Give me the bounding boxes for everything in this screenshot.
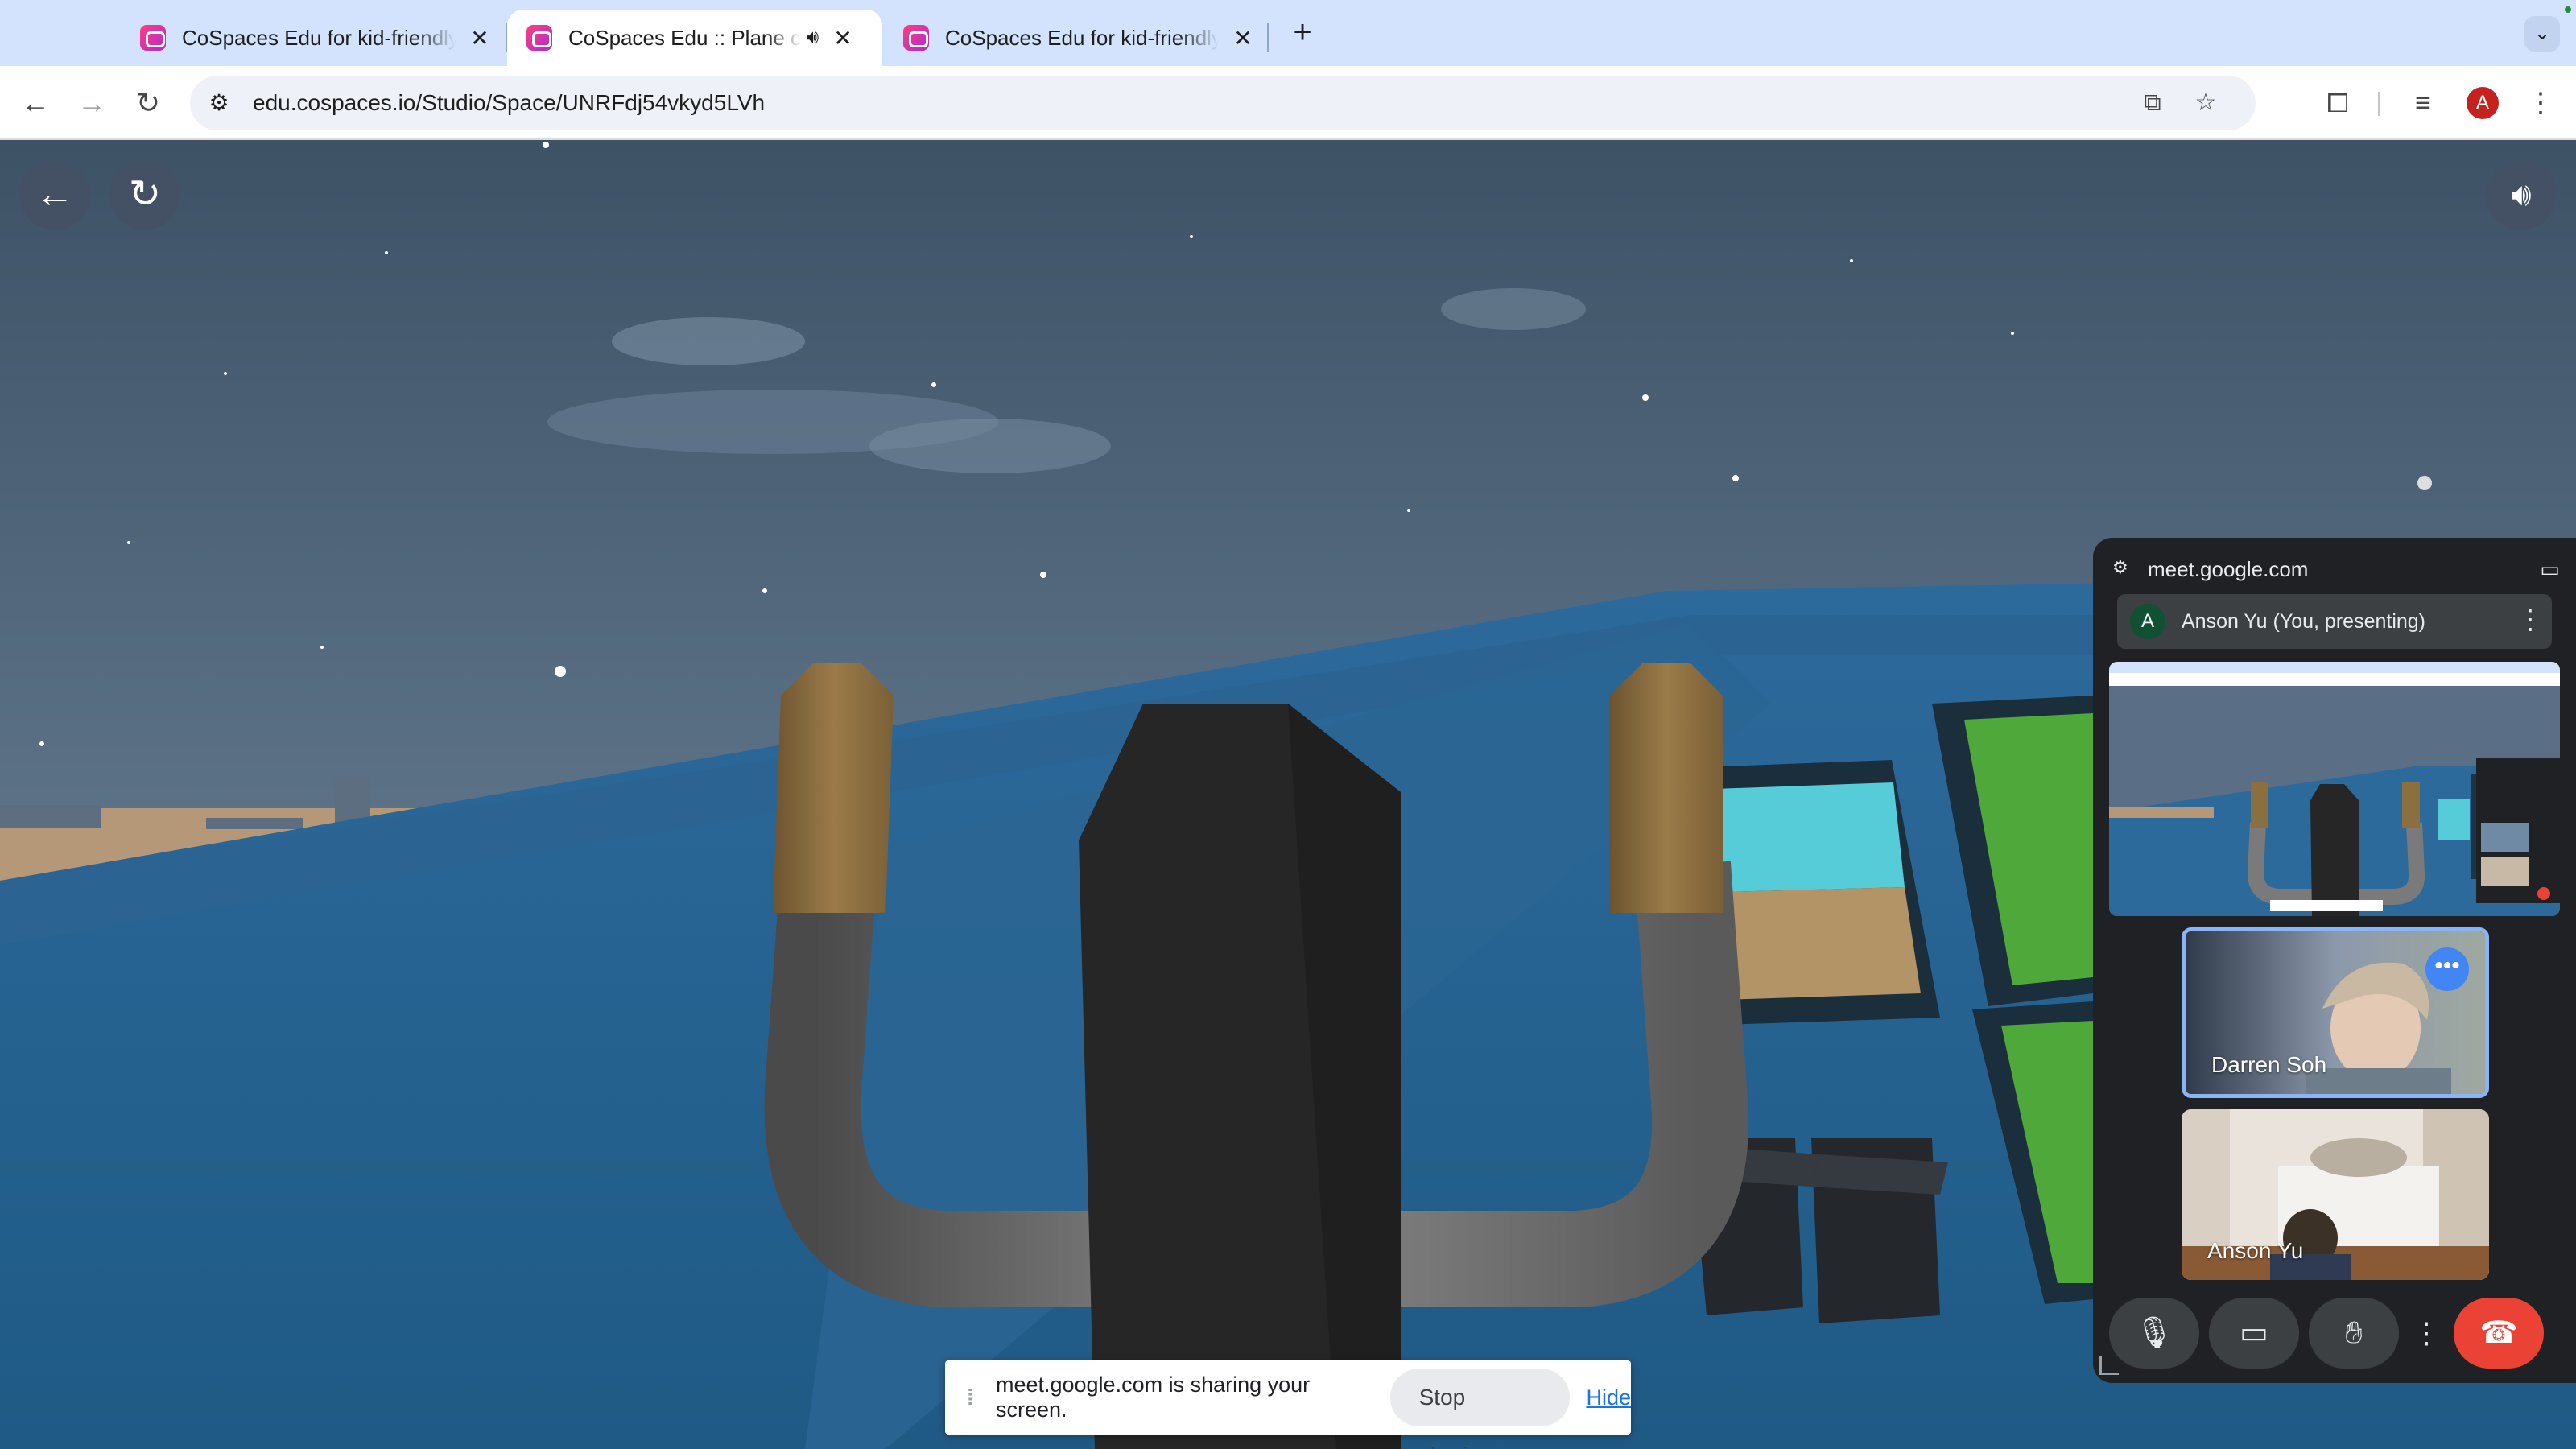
cloud [1441, 288, 1586, 330]
participant-tile-darren[interactable]: ••• Darren Soh [2182, 927, 2489, 1098]
cospaces-favicon-icon [526, 25, 552, 51]
tab-title: CoSpaces Edu :: Plane cra [568, 25, 802, 50]
tab-plane-crash[interactable]: CoSpaces Edu :: Plane cra 🔊︎ ✕ [507, 10, 882, 66]
hang-up-icon[interactable]: ☎︎ [2454, 1298, 2544, 1368]
site-info-tune-icon[interactable]: ⚙ [203, 87, 235, 119]
monitor-ground [1721, 887, 1921, 1000]
resize-handle-icon[interactable] [2099, 1356, 2119, 1375]
participant-name: Darren Soh [2211, 1052, 2327, 1077]
tab-cospaces-1[interactable]: CoSpaces Edu for kid-friendly ✕ [121, 10, 515, 66]
pip-header: ⚙ meet.google.com ▭ [2112, 552, 2560, 589]
browser-toolbar: ← → ↻ ⚙ edu.cospaces.io/Studio/Space/UNR… [0, 66, 2576, 140]
tab-divider [1267, 23, 1269, 52]
presenter-row: A Anson Yu (You, presenting) ⋮ [2117, 594, 2552, 649]
avatar: A [2130, 604, 2165, 639]
cospaces-favicon-icon [903, 25, 929, 51]
tab-title: CoSpaces Edu for kid-friendly [945, 25, 1219, 50]
screen-share-banner: ⁞⁞ meet.google.com is sharing your scree… [945, 1360, 1631, 1449]
close-icon[interactable]: ✕ [465, 25, 494, 52]
forward-arrow-icon[interactable]: → [69, 80, 114, 126]
tab-title: CoSpaces Edu for kid-friendly [182, 25, 456, 50]
scene-restart-icon[interactable]: ↻ [109, 159, 180, 230]
speaker-icon[interactable]: 🔊︎ [807, 27, 819, 49]
presenter-more-icon[interactable]: ⋮ [2516, 604, 2544, 636]
scene-volume-icon[interactable]: 🔊︎ [2486, 159, 2557, 230]
mic-icon[interactable]: 🎙︎ [2109, 1298, 2199, 1368]
close-icon[interactable]: ✕ [1228, 25, 1257, 52]
participant-name: Anson Yu [2207, 1238, 2304, 1263]
yoke-grip-left [773, 663, 894, 913]
profile-avatar[interactable]: A [2467, 87, 2499, 119]
bookmark-star-icon[interactable]: ☆ [2188, 85, 2223, 121]
share-message: meet.google.com is sharing your screen. [995, 1373, 1311, 1422]
monitor-sky [1715, 782, 1905, 892]
tab-search-chevron-down-icon[interactable]: ⌄ [2524, 16, 2560, 52]
meet-picture-in-picture: ⚙ meet.google.com ▭ A Anson Yu (You, pre… [2093, 538, 2576, 1383]
drag-handle-icon[interactable]: ⁞⁞ [956, 1385, 980, 1410]
raise-hand-icon[interactable]: ✋︎ [2309, 1298, 2399, 1368]
cloud [869, 419, 1111, 473]
new-tab-plus-icon[interactable]: + [1283, 14, 1322, 53]
close-icon[interactable]: ✕ [828, 25, 857, 52]
scene-back-arrow-icon[interactable]: ← [19, 159, 90, 230]
address-bar[interactable]: ⚙ edu.cospaces.io/Studio/Space/UNRFdj54v… [190, 76, 2256, 130]
call-controls: 🎙︎ ▭ ✋︎ ⋮ ☎︎ [2109, 1294, 2560, 1372]
yoke-grip-right [1610, 663, 1723, 913]
open-in-window-icon[interactable]: ⧉ [2135, 85, 2170, 121]
kebab-menu-icon[interactable]: ⋮ [2518, 80, 2563, 126]
cloud [612, 317, 805, 365]
extensions-puzzle-icon[interactable]: ⧠ [2315, 80, 2360, 126]
site-settings-icon[interactable]: ⚙ [2112, 557, 2136, 581]
building [0, 805, 101, 828]
status-dot [2565, 6, 2571, 13]
back-to-tab-icon[interactable]: ▭ [2540, 557, 2560, 582]
url-text[interactable]: edu.cospaces.io/Studio/Space/UNRFdj54vky… [253, 90, 765, 116]
more-options-icon[interactable]: ⋮ [2409, 1298, 2444, 1368]
stop-sharing-button[interactable]: Stop sharing [1389, 1368, 1571, 1449]
toolbar-divider [2378, 92, 2380, 116]
tab-cospaces-2[interactable]: CoSpaces Edu for kid-friendly ✕ [884, 10, 1278, 66]
building [206, 818, 303, 829]
hide-link[interactable]: Hide [1586, 1385, 1631, 1410]
reload-icon[interactable]: ↻ [126, 80, 171, 126]
media-control-icon[interactable]: ≡ [2401, 80, 2446, 126]
pip-host: meet.google.com [2148, 557, 2309, 581]
presentation-thumbnail[interactable] [2109, 662, 2560, 916]
back-arrow-icon[interactable]: ← [13, 80, 58, 126]
presenter-name: Anson Yu (You, presenting) [2182, 609, 2426, 633]
participant-tile-anson[interactable]: Anson Yu [2182, 1109, 2489, 1280]
cospaces-favicon-icon [140, 25, 166, 51]
tab-strip: CoSpaces Edu for kid-friendly ✕ CoSpaces… [0, 0, 2576, 66]
participant-more-icon[interactable]: ••• [2425, 947, 2469, 991]
presentation-preview [2109, 662, 2560, 916]
camera-icon[interactable]: ▭ [2209, 1298, 2299, 1368]
